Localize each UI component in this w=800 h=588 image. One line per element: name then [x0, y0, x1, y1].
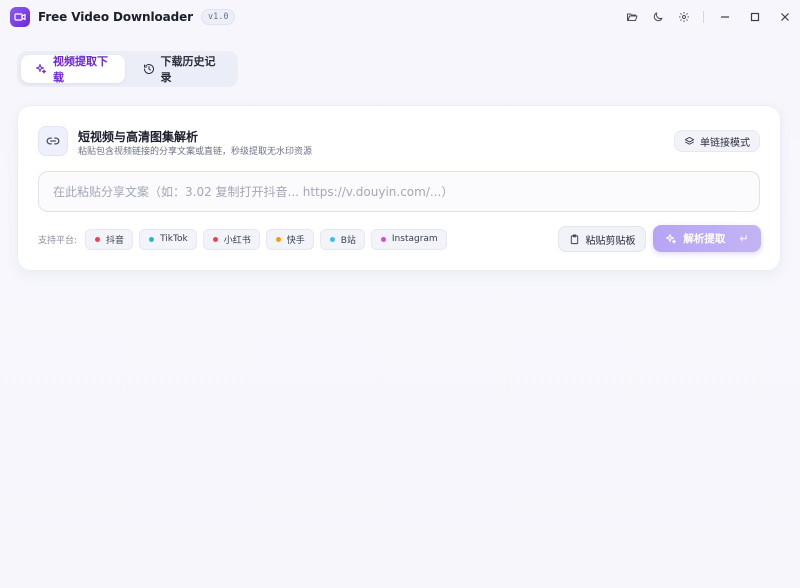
parse-button-label: 解析提取: [683, 233, 726, 245]
minimize-icon: [721, 16, 729, 18]
platform-dot: [149, 236, 155, 242]
paste-clipboard-button[interactable]: 粘贴剪贴板: [558, 226, 646, 252]
layers-icon: [684, 136, 695, 145]
platform-name: Instagram: [391, 234, 438, 244]
platform-chip-instagram: Instagram: [370, 228, 447, 250]
tab-download-history[interactable]: 下载历史记录: [129, 55, 235, 84]
folder-open-icon[interactable]: [619, 0, 645, 34]
app-window: Free Video Downloader v1.0 视频提取下载 下载历史记录…: [0, 0, 800, 588]
mode-button-label: 单链接模式: [700, 137, 750, 149]
app-logo-icon: [10, 7, 30, 27]
maximize-button[interactable]: [740, 0, 770, 34]
platform-dot: [212, 236, 218, 242]
title-bar: Free Video Downloader v1.0: [0, 0, 800, 34]
card-subtitle: 粘贴包含视频链接的分享文案或直链，秒级提取无水印资源: [78, 147, 313, 157]
platforms-label: 支持平台:: [38, 235, 78, 246]
platform-dot: [329, 236, 335, 242]
tab-label: 视频提取下载: [53, 55, 108, 84]
platform-chip-tiktok: TikTok: [139, 228, 197, 250]
link-icon: [38, 126, 68, 156]
paste-button-label: 粘贴剪贴板: [585, 235, 636, 247]
platform-name: 快手: [286, 235, 305, 246]
history-icon: [143, 63, 155, 75]
version-badge: v1.0: [200, 9, 236, 25]
platform-name: 抖音: [106, 235, 125, 246]
platform-name: 小红书: [223, 235, 251, 246]
clipboard-icon: [570, 233, 578, 244]
supported-platforms: 支持平台: 抖音 TikTok 小红书 快手 B站 Instagram: [38, 228, 447, 250]
moon-icon[interactable]: [645, 0, 671, 34]
platform-chip-bilibili: B站: [319, 228, 365, 250]
tab-bar: 视频提取下载 下载历史记录: [17, 51, 238, 87]
minimize-button[interactable]: [710, 0, 740, 34]
tab-label: 下载历史记录: [160, 55, 216, 84]
single-link-mode-button[interactable]: 单链接模式: [674, 130, 760, 152]
app-title: Free Video Downloader: [38, 10, 193, 24]
platform-chip-douyin: 抖音: [85, 228, 134, 250]
share-text-input[interactable]: [38, 171, 760, 212]
sparkles-icon: [35, 63, 47, 75]
enter-key-icon: ↵: [739, 232, 749, 245]
gear-icon[interactable]: [671, 0, 697, 34]
maximize-icon: [750, 12, 760, 22]
close-icon: [781, 13, 789, 21]
sparkles-icon: [666, 233, 677, 243]
card-title: 短视频与高清图集解析: [78, 130, 199, 144]
platform-dot: [95, 236, 101, 242]
title-divider: [703, 11, 704, 23]
platform-name: TikTok: [160, 234, 188, 244]
platform-chip-xiaohongshu: 小红书: [202, 228, 260, 250]
parse-card: 短视频与高清图集解析 粘贴包含视频链接的分享文案或直链，秒级提取无水印资源 单链…: [17, 105, 781, 271]
platform-chip-kuaishou: 快手: [265, 228, 314, 250]
close-button[interactable]: [770, 0, 800, 34]
title-actions: [619, 0, 800, 34]
platform-dot: [275, 236, 281, 242]
platform-dot: [380, 236, 386, 242]
parse-extract-button[interactable]: 解析提取 ↵: [653, 225, 761, 252]
tab-video-extract[interactable]: 视频提取下载: [21, 55, 125, 84]
platform-name: B站: [340, 235, 356, 246]
